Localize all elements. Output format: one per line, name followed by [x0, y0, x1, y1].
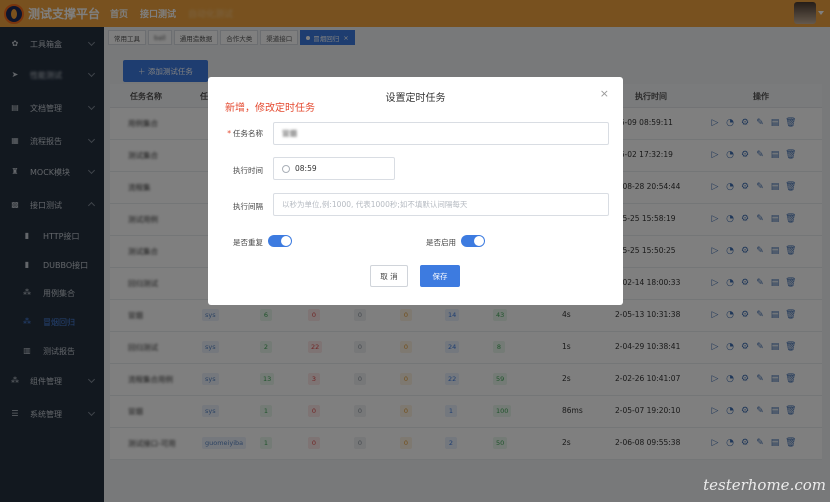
enable-label: 是否启用 [426, 238, 456, 247]
schedule-task-dialog: 设置定时任务 × 新增，修改定时任务 * 任务名称 冒烟 执行时间 08:59 执… [208, 77, 623, 305]
input-placeholder: 以秒为单位,例:1000, 代表1000秒;如不填默认间隔每天 [282, 200, 468, 209]
exec-time-label: 执行时间 [233, 166, 263, 175]
watermark: testerhome.com [703, 476, 826, 494]
exec-time-picker[interactable]: 08:59 [273, 157, 395, 180]
cancel-button[interactable]: 取 消 [370, 265, 408, 287]
input-value: 冒烟 [282, 129, 297, 138]
save-button[interactable]: 保存 [420, 265, 460, 287]
dialog-subtitle: 新增，修改定时任务 [225, 103, 315, 114]
repeat-toggle[interactable] [268, 235, 292, 247]
clock-icon [282, 164, 290, 173]
task-name-label: * 任务名称 [227, 129, 263, 138]
interval-input[interactable]: 以秒为单位,例:1000, 代表1000秒;如不填默认间隔每天 [273, 193, 609, 216]
close-icon[interactable]: × [600, 87, 609, 100]
interval-label: 执行间隔 [233, 202, 263, 211]
label-text: 任务名称 [233, 129, 263, 138]
repeat-label: 是否重复 [233, 238, 263, 247]
task-name-input[interactable]: 冒烟 [273, 122, 609, 145]
input-value: 08:59 [295, 164, 317, 173]
enable-toggle[interactable] [461, 235, 485, 247]
